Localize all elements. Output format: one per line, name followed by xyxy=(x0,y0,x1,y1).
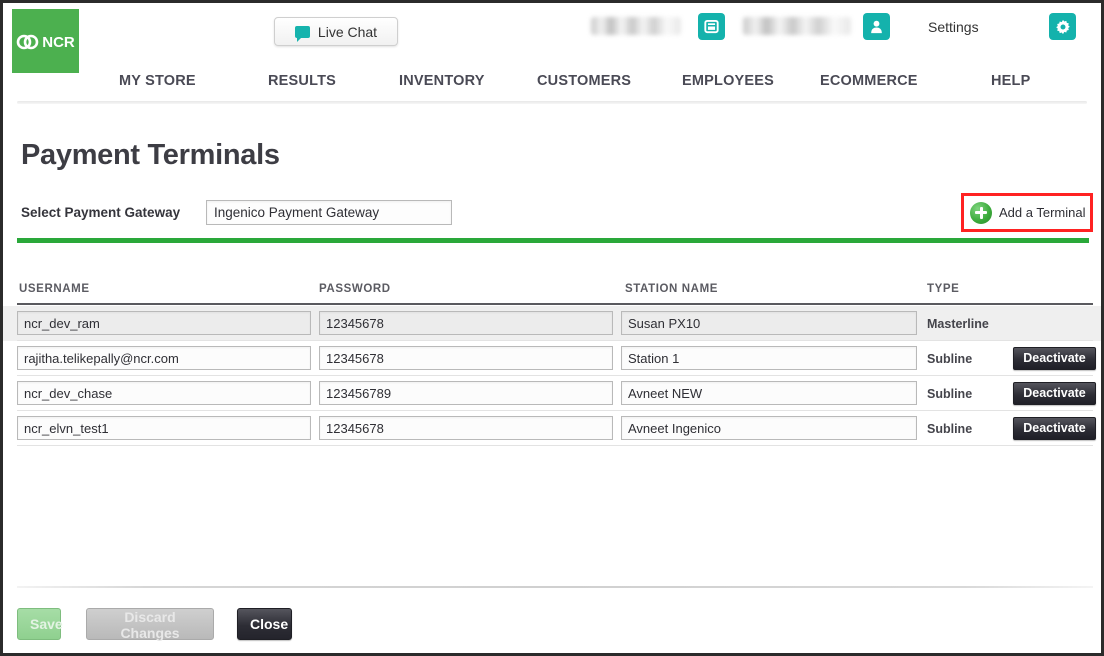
gateway-input[interactable] xyxy=(206,200,452,225)
username-input[interactable] xyxy=(17,381,311,405)
table-header-row: USERNAME PASSWORD STATION NAME TYPE xyxy=(3,283,1101,303)
chat-bubble-icon xyxy=(294,25,310,42)
gateway-label: Select Payment Gateway xyxy=(21,205,181,220)
ncr-rings-icon xyxy=(16,34,39,50)
green-divider xyxy=(17,238,1089,243)
station-name-input[interactable] xyxy=(621,381,917,405)
nav-item-my-store[interactable]: MY STORE xyxy=(119,73,196,89)
table-row: Subline Deactivate xyxy=(3,341,1101,376)
station-name-input[interactable] xyxy=(621,346,917,370)
nav-divider xyxy=(17,101,1087,104)
discard-changes-button[interactable]: Discard Changes xyxy=(86,608,214,641)
nav-item-employees[interactable]: EMPLOYEES xyxy=(682,73,774,89)
live-chat-button[interactable]: Live Chat xyxy=(274,17,398,46)
terminal-type-label: Masterline xyxy=(927,317,989,331)
table-row: Subline Deactivate xyxy=(3,376,1101,411)
column-header-type: TYPE xyxy=(927,283,960,295)
username-input[interactable] xyxy=(17,311,311,335)
column-header-password: PASSWORD xyxy=(319,283,391,295)
nav-item-help[interactable]: HELP xyxy=(991,73,1030,89)
gear-glyph-icon xyxy=(1055,19,1070,34)
ncr-wordmark: NCR xyxy=(42,33,75,51)
nav-item-customers[interactable]: CUSTOMERS xyxy=(537,73,631,89)
column-header-station-name: STATION NAME xyxy=(625,283,719,295)
password-input[interactable] xyxy=(319,381,613,405)
deactivate-button[interactable]: Deactivate xyxy=(1013,382,1096,405)
close-button[interactable]: Close xyxy=(237,608,292,640)
table-header-rule xyxy=(17,303,1093,305)
station-name-input[interactable] xyxy=(621,311,917,335)
plus-circle-icon xyxy=(970,201,992,224)
add-terminal-label: Add a Terminal xyxy=(999,205,1086,220)
row-separator xyxy=(17,445,1093,446)
live-chat-label: Live Chat xyxy=(317,23,378,40)
password-input[interactable] xyxy=(319,311,613,335)
terminal-type-label: Subline xyxy=(927,352,973,366)
deactivate-button[interactable]: Deactivate xyxy=(1013,347,1096,370)
main-navigation: MY STORE RESULTS INVENTORY CUSTOMERS EMP… xyxy=(3,73,1101,104)
add-terminal-button[interactable]: Add a Terminal xyxy=(965,197,1089,228)
app-header: NCR Live Chat Settings xyxy=(3,3,1101,75)
deactivate-button[interactable]: Deactivate xyxy=(1013,417,1096,440)
username-input[interactable] xyxy=(17,346,311,370)
terminals-table-body: Masterline Subline Deactivate Subline Deacti… xyxy=(3,306,1101,446)
store-name-redacted xyxy=(591,17,681,35)
store-glyph-icon xyxy=(704,19,719,34)
table-bottom-rule xyxy=(17,586,1093,588)
table-row: Subline Deactivate xyxy=(3,411,1101,446)
save-button[interactable]: Save xyxy=(17,608,63,640)
table-row: Masterline xyxy=(3,306,1101,341)
footer-actions: Save Discard Changes Close xyxy=(3,608,1101,653)
station-name-input[interactable] xyxy=(621,416,917,440)
password-input[interactable] xyxy=(319,416,613,440)
nav-item-inventory[interactable]: INVENTORY xyxy=(399,73,485,89)
password-input[interactable] xyxy=(319,346,613,370)
page-title: Payment Terminals xyxy=(21,139,280,171)
app-window: NCR Live Chat Settings MY STORE RESULTS … xyxy=(0,0,1104,656)
column-header-username: USERNAME xyxy=(19,283,90,295)
terminal-type-label: Subline xyxy=(927,387,973,401)
user-avatar-icon[interactable] xyxy=(863,13,890,40)
user-name-redacted xyxy=(743,17,851,35)
person-glyph-icon xyxy=(871,20,882,34)
ncr-logo-icon[interactable]: NCR xyxy=(12,9,79,75)
store-icon[interactable] xyxy=(698,13,725,40)
nav-item-results[interactable]: RESULTS xyxy=(268,73,336,89)
terminal-type-label: Subline xyxy=(927,422,973,436)
gear-icon[interactable] xyxy=(1049,13,1076,40)
settings-link[interactable]: Settings xyxy=(928,19,979,35)
nav-item-ecommerce[interactable]: ECOMMERCE xyxy=(820,73,918,89)
username-input[interactable] xyxy=(17,416,311,440)
